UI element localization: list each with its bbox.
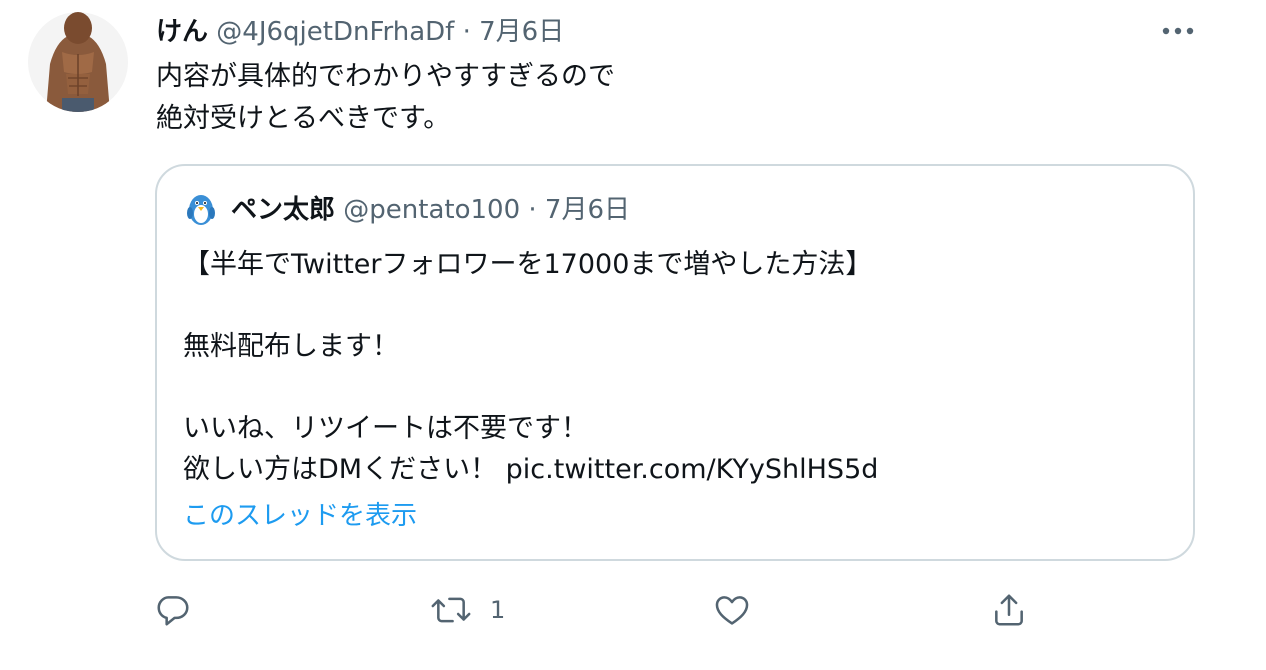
quoted-tweet-text: 【半年でTwitterフォロワーを17000まで増やした方法】 無料配布します！… bbox=[183, 244, 878, 490]
author-handle[interactable]: @4J6qjetDnFrhaDf bbox=[216, 17, 454, 47]
tweet-date[interactable]: 7月6日 bbox=[479, 17, 564, 47]
avatar[interactable] bbox=[28, 12, 128, 112]
avatar-image bbox=[28, 12, 128, 112]
quoted-text-line: 無料配布します！ bbox=[183, 331, 399, 362]
quoted-text-line: 欲しい方はDMください！ pic.twitter.com/KYyShlHS5d bbox=[183, 454, 879, 485]
tweet-text: 内容が具体的でわかりやすすぎるので 絶対受けとるべきです。 bbox=[156, 56, 615, 140]
penguin-avatar-image bbox=[181, 188, 221, 228]
like-button[interactable] bbox=[713, 588, 751, 632]
show-thread-link[interactable]: このスレッドを表示 bbox=[183, 498, 417, 534]
quoted-header-separator: · bbox=[528, 195, 537, 225]
reply-button[interactable] bbox=[154, 588, 192, 632]
tweet[interactable]: けん @4J6qjetDnFrhaDf · 7月6日 内容が具体的でわかりやすす… bbox=[0, 0, 1266, 670]
heart-icon bbox=[715, 596, 749, 625]
tweet-text-line: 内容が具体的でわかりやすすぎるので bbox=[156, 61, 615, 92]
quoted-tweet-date[interactable]: 7月6日 bbox=[545, 195, 630, 225]
quoted-author-display-name[interactable]: ペン太郎 bbox=[231, 195, 335, 225]
more-button[interactable] bbox=[1158, 16, 1198, 46]
share-icon bbox=[995, 594, 1023, 626]
reply-icon bbox=[157, 596, 189, 626]
retweet-button[interactable]: 1 bbox=[430, 588, 505, 632]
retweet-icon bbox=[431, 597, 471, 623]
header-separator: · bbox=[462, 17, 471, 47]
quoted-text-line: いいね、リツイートは不要です！ bbox=[183, 413, 588, 444]
tweet-text-line: 絶対受けとるべきです。 bbox=[156, 103, 451, 134]
quoted-tweet-card[interactable]: ペン太郎 @pentato100 · 7月6日 【半年でTwitterフォロワー… bbox=[155, 164, 1195, 561]
tweet-header: けん @4J6qjetDnFrhaDf · 7月6日 bbox=[156, 14, 564, 50]
quoted-blank-line bbox=[183, 285, 878, 326]
author-display-name[interactable]: けん bbox=[156, 17, 208, 47]
quoted-author-handle[interactable]: @pentato100 bbox=[343, 195, 520, 225]
retweet-count: 1 bbox=[490, 596, 506, 624]
share-button[interactable] bbox=[990, 588, 1028, 632]
more-horizontal-icon bbox=[1162, 27, 1194, 35]
quoted-avatar[interactable] bbox=[181, 188, 221, 228]
quoted-text-line: 【半年でTwitterフォロワーを17000まで増やした方法】 bbox=[183, 249, 873, 280]
quoted-blank-line bbox=[183, 367, 878, 408]
quoted-tweet-header: ペン太郎 @pentato100 · 7月6日 bbox=[231, 192, 630, 228]
